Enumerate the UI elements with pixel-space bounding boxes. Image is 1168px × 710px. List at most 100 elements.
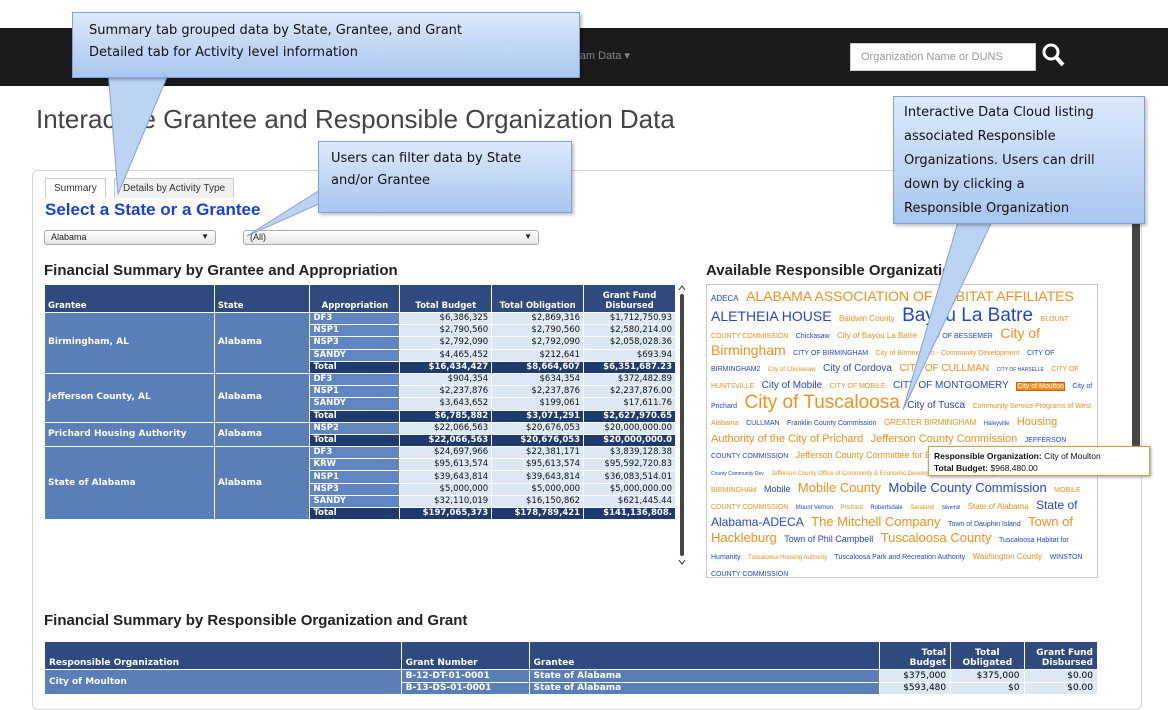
callout-text: down by clicking a [904,177,1025,192]
resp-summary-title: Financial Summary by Responsible Organiz… [44,612,468,629]
cloud-org-link[interactable]: Saraland [910,505,934,511]
cloud-org-link[interactable]: Jefferson County Office of Community & E… [771,471,943,477]
callout-tabs: Summary tab grouped data by State, Grant… [72,12,580,78]
select-heading: Select a State or a Grantee [45,200,261,219]
total-budget-cell: $39,643,814 [399,470,493,484]
financial-summary-table: Grantee State Appropriation Total Budget… [44,284,676,521]
table-row[interactable]: City of Moulton B-12-DT-01-0001 State of… [44,669,1099,695]
cloud-org-link[interactable]: Mobile County Commission [888,480,1046,495]
callout-text: Users can filter data by State [331,151,522,166]
table-row[interactable]: Jefferson County, AL Alabama DF3 $904,354 $6… [44,372,676,423]
grant-fund-cell: $2,237,876.00 [583,385,676,399]
cloud-org-link[interactable]: State of Alabama [968,502,1029,511]
callout-text: associated Responsible [904,129,1056,144]
table-row[interactable]: Prichard Housing Authority Alabama NSP2 $22… [44,421,676,448]
grant-number-cell: B-13-DS-01-0001 [400,681,530,695]
table-row[interactable]: State of Alabama Alabama DF3 $24,697,966 $22… [44,446,676,521]
appropriation-cell: Total [309,409,401,423]
cloud-org-link[interactable]: Tuscaloosa County [881,530,992,545]
total-obligation-cell: $178,789,421 [491,506,585,521]
cloud-org-link[interactable]: Mount Vernon [796,505,833,511]
total-budget-cell: $2,790,560 [399,324,493,338]
grant-fund-cell: $372,482.89 [583,372,676,387]
total-obligation-cell: $3,071,291 [491,409,585,423]
table-row[interactable]: Birmingham, AL Alabama DF3 $6,386,325 $2,869… [44,311,676,374]
total-budget-cell: $2,237,876 [399,385,493,399]
total-budget-cell: $6,386,325 [399,311,493,326]
grant-fund-cell: $2,058,028.36 [583,336,676,350]
cloud-org-link[interactable]: Jefferson County Commission [871,433,1018,445]
appropriation-cell: NSP3 [309,482,401,496]
total-obligation-cell: $5,000,000 [491,482,585,496]
total-budget-cell: $593,480 [878,681,952,695]
cloud-org-link[interactable]: Mobile [764,484,791,494]
total-obligation-cell: $2,869,316 [491,311,585,326]
cloud-org-link[interactable]: Franklin County Commission [787,420,876,427]
page-scrollbar[interactable] [1132,200,1140,460]
tab-summary[interactable]: Summary [45,178,106,198]
appropriation-cell: NSP1 [309,385,401,399]
col-grantee: Grantee [44,284,215,313]
cloud-org-link[interactable]: CITY OF BIRMINGHAM [793,350,868,357]
grantee-cell: State of Alabama [528,669,880,683]
total-obligation-cell: $2,237,876 [491,385,585,399]
state-cell: Alabama [213,312,311,374]
grantee-cell[interactable]: Birmingham, AL [44,312,215,374]
cloud-org-link[interactable]: Town of Phil Campbell [784,534,873,544]
grant-fund-cell: $6,351,687.23 [583,360,676,374]
callout-cloud: Interactive Data Cloud listing associate… [893,96,1145,224]
resp-org-cell: City of Moulton [44,669,402,695]
cloud-org-link[interactable]: City of Cordova [823,363,892,375]
col-state: State [213,284,311,313]
search-icon[interactable] [1040,40,1068,70]
cloud-org-link[interactable]: Prichard [841,505,863,511]
cloud-org-link[interactable]: CULLMAN [746,420,779,427]
state-select[interactable]: Alabama ▼ [44,230,216,245]
cloud-org-link[interactable]: Mobile County [798,480,881,495]
cloud-org-link[interactable]: ADECA [711,294,739,303]
cloud-org-link[interactable]: Town of Dauphin Island [948,521,1021,528]
cloud-org-link[interactable]: City of Mobile [762,380,823,391]
total-obligation-cell: $212,641 [491,348,585,362]
grantee-cell[interactable]: Jefferson County, AL [44,372,215,423]
total-budget-cell: $5,000,000 [399,482,493,496]
cloud-org-link[interactable]: Tuscaloosa Housing Authority [748,555,827,561]
total-budget-cell: $24,697,966 [399,446,493,460]
cloud-org-link[interactable]: Silverhill [942,505,961,511]
callout-pointer [107,70,171,195]
total-obligated-cell: $0 [950,681,1025,695]
grant-fund-cell: $0.00 [1023,669,1099,683]
cloud-org-link[interactable]: The Mitchell Company [811,514,940,529]
grant-fund-cell: $20,000,000.00 [583,421,676,435]
cloud-org-link[interactable]: City of Tuscaloosa [745,392,900,413]
callout-text: Detailed tab for Activity level informat… [89,45,358,60]
cloud-org-link[interactable]: City of Moulton [1016,382,1065,392]
appropriation-cell: SANDY [309,397,401,411]
cloud-org-link[interactable]: Haleyville [984,421,1010,427]
table-scrollbar[interactable] [678,284,686,566]
cloud-org-link[interactable]: GREATER BIRMINGHAM [884,418,976,427]
callout-pointer [902,215,996,411]
grantee-cell[interactable]: Prichard Housing Authority [44,421,215,448]
cloud-org-link[interactable]: Robertsdale [870,505,902,511]
total-budget-cell: $2,792,090 [399,336,493,350]
grant-fund-cell: $36,083,514.01 [583,470,676,484]
appropriation-cell: DF3 [309,311,401,326]
grantee-cell[interactable]: State of Alabama [44,446,215,521]
cloud-org-link[interactable]: Chickasaw [796,333,830,340]
grant-fund-cell: $5,000,000.00 [583,482,676,496]
search-input[interactable]: Organization Name or DUNS [850,43,1036,71]
total-obligation-cell: $2,790,560 [491,324,585,338]
cloud-org-link[interactable]: Tuscaloosa Park and Recreation Authority [835,554,965,561]
cloud-org-link[interactable]: Washington County [973,552,1043,561]
cloud-org-link[interactable]: ALETHEIA HOUSE [711,308,832,324]
total-obligation-cell: $22,381,171 [491,446,585,460]
grant-fund-cell: $1,712,750.93 [583,311,676,326]
total-obligation-cell: $199,061 [491,397,585,411]
total-obligation-cell: $634,354 [491,372,585,387]
cloud-org-link[interactable]: CITY OF MOBILE [830,383,886,390]
cloud-org-link[interactable]: Baldwin County [839,314,895,323]
appropriation-cell: DF3 [309,372,401,387]
col-appropriation: Appropriation [309,284,401,313]
cloud-org-link[interactable]: City of Chickasaw [768,367,816,373]
